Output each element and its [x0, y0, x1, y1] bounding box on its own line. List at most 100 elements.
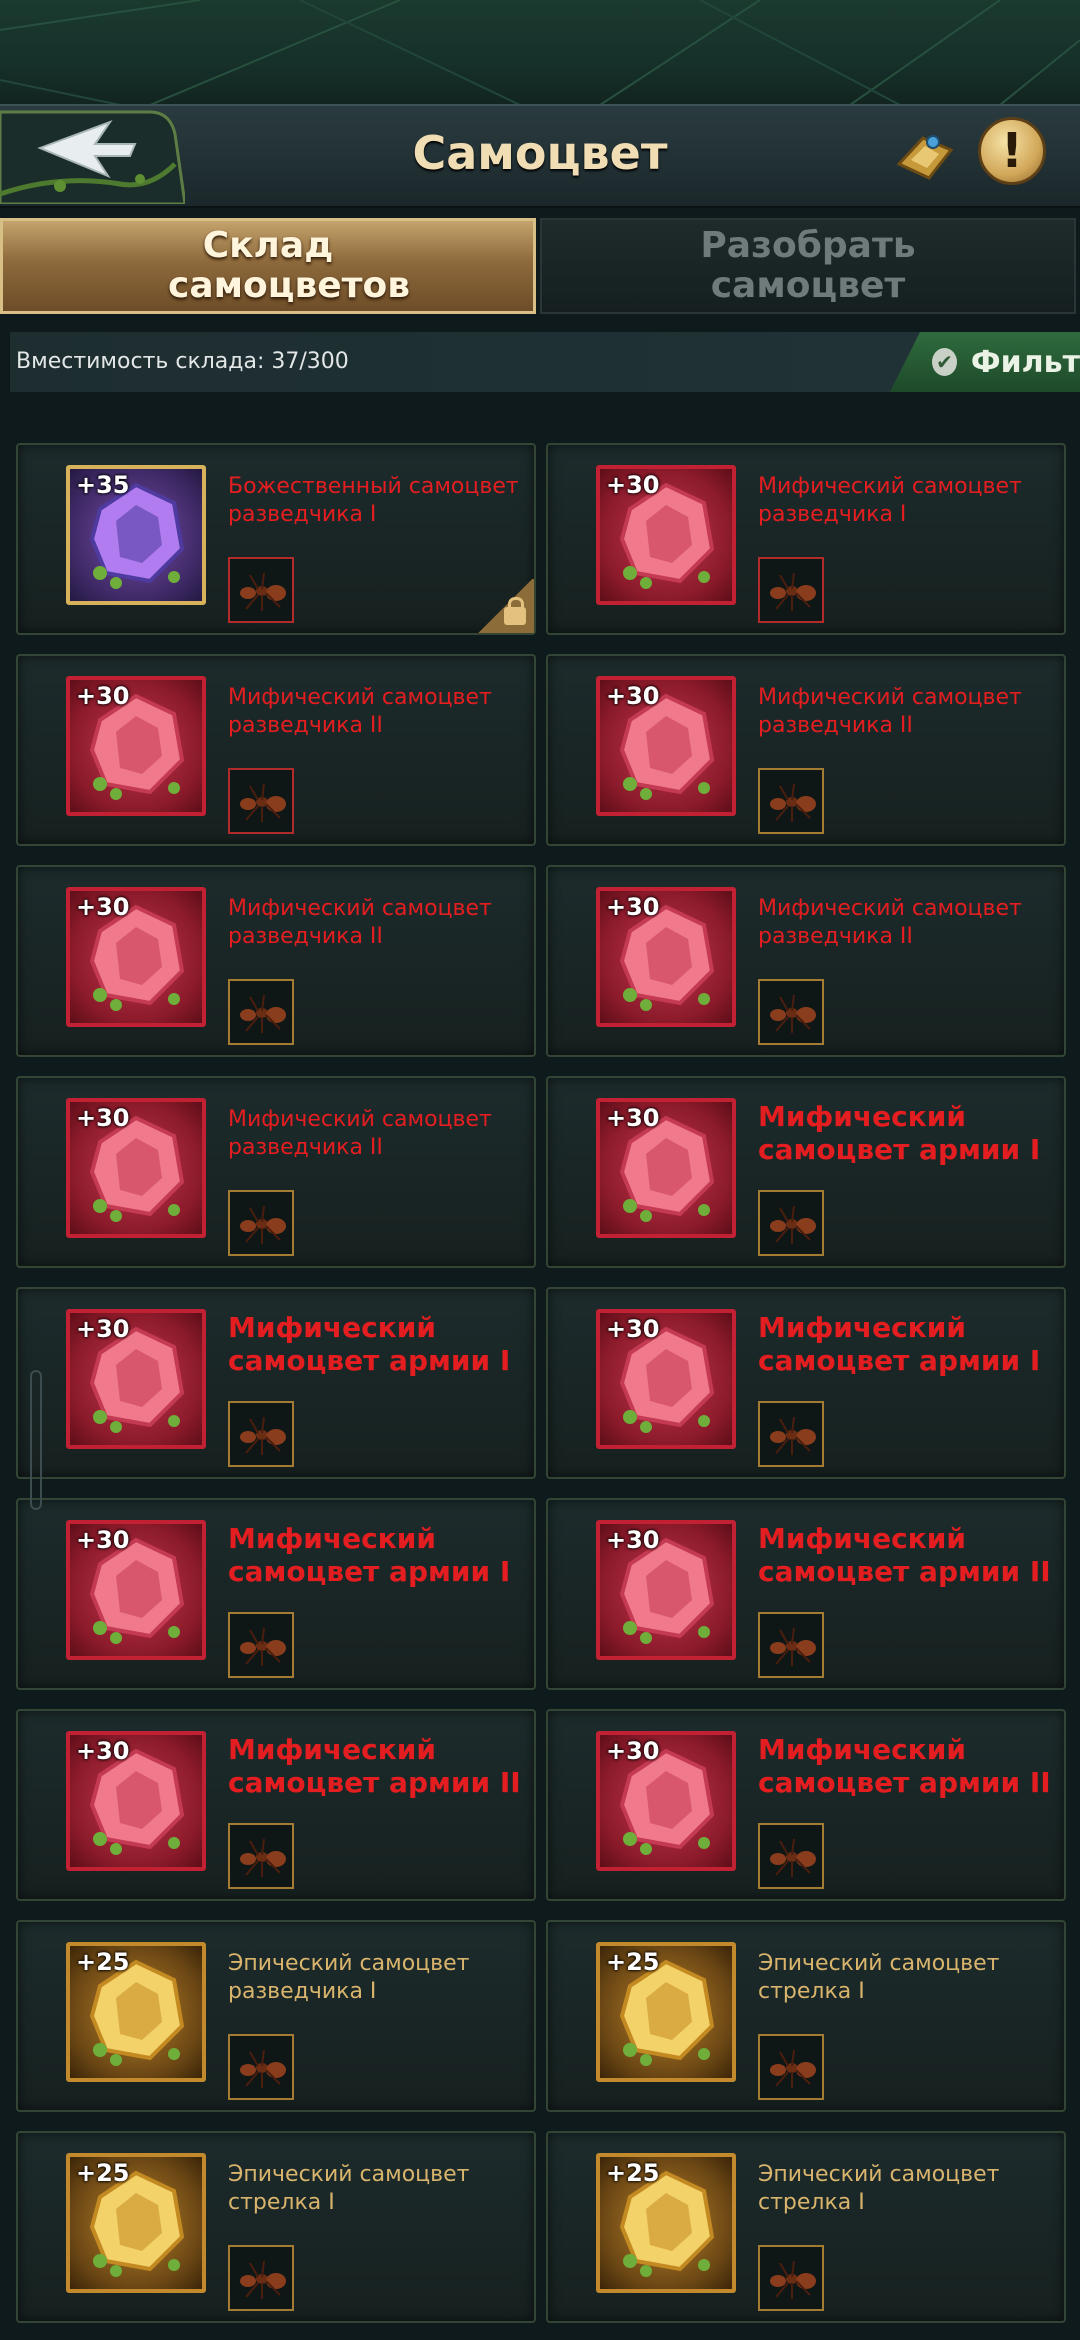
gem-card[interactable]: +30 Мифический самоцвет разведчика II	[16, 1076, 536, 1268]
gem-name: Божественный самоцвет разведчика I	[228, 474, 519, 527]
gem-card[interactable]: +30 Мифический самоцвет армии I	[546, 1076, 1066, 1268]
gem-name: Эпический самоцвет стрелка I	[758, 2162, 1000, 2215]
gem-name: Мифический самоцвет разведчика II	[228, 1107, 492, 1160]
gem-card[interactable]: +30 Мифический самоцвет разведчика II	[16, 654, 536, 846]
ant-icon	[758, 1823, 824, 1889]
gem-icon: +30	[596, 465, 736, 605]
gem-icon: +30	[66, 1731, 206, 1871]
gem-icon: +30	[596, 1731, 736, 1871]
ant-icon	[758, 1612, 824, 1678]
gem-name: Эпический самоцвет стрелка I	[228, 2162, 470, 2215]
lock-icon	[476, 579, 534, 633]
gem-level: +30	[606, 1315, 660, 1343]
gem-level: +30	[606, 682, 660, 710]
gem-icon: +30	[596, 1520, 736, 1660]
gem-level: +35	[76, 471, 130, 499]
filter-label: Фильт	[970, 344, 1080, 380]
gem-level: +25	[76, 2159, 130, 2187]
gem-level: +30	[76, 893, 130, 921]
gem-name: Мифический самоцвет разведчика II	[228, 685, 492, 738]
gem-icon: +30	[66, 1098, 206, 1238]
gem-card[interactable]: +30 Мифический самоцвет армии I	[16, 1287, 536, 1479]
ant-icon	[228, 2034, 294, 2100]
gem-card[interactable]: +25 Эпический самоцвет стрелка I	[546, 2131, 1066, 2323]
info-button[interactable]: !	[978, 117, 1046, 185]
gem-level: +30	[76, 682, 130, 710]
gem-card[interactable]: +30 Мифический самоцвет разведчика I	[546, 443, 1066, 635]
gem-level: +30	[606, 1737, 660, 1765]
gem-icon: +30	[66, 1309, 206, 1449]
gem-level: +30	[76, 1526, 130, 1554]
ant-icon	[758, 557, 824, 623]
gem-card[interactable]: +30 Мифический самоцвет армии II	[546, 1709, 1066, 1901]
ant-icon	[758, 979, 824, 1045]
gem-level: +25	[606, 2159, 660, 2187]
gem-name: Мифический самоцвет армии II	[758, 1522, 1051, 1588]
gem-icon: +30	[66, 676, 206, 816]
gem-icon: +25	[66, 1942, 206, 2082]
ant-icon	[758, 2034, 824, 2100]
gem-icon: +30	[66, 1520, 206, 1660]
gem-name: Мифический самоцвет армии I	[228, 1522, 511, 1588]
gem-level: +30	[606, 1526, 660, 1554]
gem-book-icon[interactable]	[893, 124, 957, 188]
ant-icon	[228, 2245, 294, 2311]
gem-icon: +30	[66, 887, 206, 1027]
scrollbar[interactable]	[30, 1370, 42, 1510]
filter-button[interactable]: ✔ Фильт	[890, 332, 1080, 392]
gem-name: Мифический самоцвет разведчика II	[758, 685, 1022, 738]
exclamation-icon: !	[1001, 123, 1023, 179]
gem-icon: +35	[66, 465, 206, 605]
tab-label: Склад самоцветов	[168, 225, 411, 306]
gem-name: Мифический самоцвет разведчика II	[758, 896, 1022, 949]
gem-level: +25	[606, 1948, 660, 1976]
gem-icon: +30	[596, 887, 736, 1027]
ant-icon	[758, 2245, 824, 2311]
gem-card[interactable]: +25 Эпический самоцвет стрелка I	[16, 2131, 536, 2323]
gem-level: +30	[76, 1104, 130, 1132]
storage-capacity: Вместимость склада: 37/300	[16, 349, 349, 374]
tab-label: Разобрать самоцвет	[700, 225, 916, 306]
gem-level: +30	[606, 471, 660, 499]
tab-disassemble-gem[interactable]: Разобрать самоцвет	[540, 218, 1076, 314]
gem-card[interactable]: +30 Мифический самоцвет разведчика II	[16, 865, 536, 1057]
gem-icon: +25	[596, 1942, 736, 2082]
gem-level: +30	[76, 1737, 130, 1765]
ant-icon	[228, 979, 294, 1045]
gem-card[interactable]: +25 Эпический самоцвет разведчика I	[16, 1920, 536, 2112]
gem-icon: +30	[596, 1098, 736, 1238]
gem-name: Мифический самоцвет армии II	[228, 1733, 521, 1799]
gem-card[interactable]: +25 Эпический самоцвет стрелка I	[546, 1920, 1066, 2112]
gem-name: Мифический самоцвет армии II	[758, 1733, 1051, 1799]
check-icon: ✔	[932, 348, 957, 376]
ant-icon	[228, 1612, 294, 1678]
gem-icon: +25	[66, 2153, 206, 2293]
ant-icon	[758, 768, 824, 834]
top-background	[0, 0, 1080, 105]
tab-gem-storage[interactable]: Склад самоцветов	[0, 218, 536, 314]
gem-icon: +25	[596, 2153, 736, 2293]
gem-level: +30	[606, 893, 660, 921]
ant-icon	[228, 557, 294, 623]
gem-name: Мифический самоцвет разведчика I	[758, 474, 1022, 527]
gem-card[interactable]: +30 Мифический самоцвет армии II	[16, 1709, 536, 1901]
gem-name: Мифический самоцвет армии I	[758, 1100, 1041, 1166]
gem-level: +25	[76, 1948, 130, 1976]
gem-name: Мифический самоцвет разведчика II	[228, 896, 492, 949]
ant-icon	[228, 1401, 294, 1467]
gem-icon: +30	[596, 1309, 736, 1449]
ant-icon	[228, 1823, 294, 1889]
gem-icon: +30	[596, 676, 736, 816]
gem-name: Мифический самоцвет армии I	[758, 1311, 1041, 1377]
gem-name: Мифический самоцвет армии I	[228, 1311, 511, 1377]
gem-card[interactable]: +30 Мифический самоцвет разведчика II	[546, 865, 1066, 1057]
gem-card[interactable]: +35 Божественный самоцвет разведчика I	[16, 443, 536, 635]
gem-card[interactable]: +30 Мифический самоцвет разведчика II	[546, 654, 1066, 846]
gem-card[interactable]: +30 Мифический самоцвет армии II	[546, 1498, 1066, 1690]
ant-icon	[228, 768, 294, 834]
gem-level: +30	[76, 1315, 130, 1343]
gem-card[interactable]: +30 Мифический самоцвет армии I	[16, 1498, 536, 1690]
ant-icon	[228, 1190, 294, 1256]
ant-icon	[758, 1190, 824, 1256]
gem-card[interactable]: +30 Мифический самоцвет армии I	[546, 1287, 1066, 1479]
